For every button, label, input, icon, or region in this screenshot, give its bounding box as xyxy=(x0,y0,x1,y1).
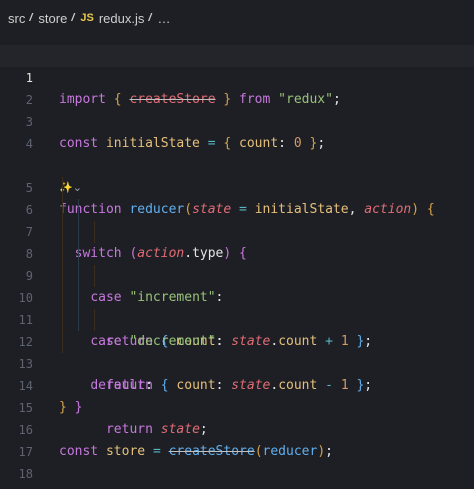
indent-guide xyxy=(62,287,63,309)
breadcrumb-store[interactable]: store xyxy=(38,11,67,26)
breadcrumb-src[interactable]: src xyxy=(8,11,25,26)
code-line[interactable]: 13 } xyxy=(0,331,474,415)
indent-guide xyxy=(94,265,95,287)
code-line[interactable]: 9 case "decrement": xyxy=(0,243,474,349)
code-line[interactable]: 7 case "increment": xyxy=(0,199,474,305)
indent-guide xyxy=(78,287,79,309)
code-line[interactable]: 2 xyxy=(0,67,474,107)
code-text: export default store; xyxy=(59,485,223,489)
breadcrumb-separator-icon: / xyxy=(148,12,152,24)
code-line[interactable]: 16 const store = createStore(reducer); xyxy=(0,397,474,459)
indent-guide xyxy=(62,199,63,221)
code-line[interactable]: 1 import { createStore } from "redux"; xyxy=(0,45,474,107)
code-line[interactable]: 12 return state; xyxy=(0,309,474,437)
indent-guide xyxy=(62,265,63,287)
code-line[interactable]: 6 switch (action.type) { xyxy=(0,177,474,261)
indent-guide xyxy=(62,177,63,199)
indent-guide xyxy=(62,243,63,265)
indent-guide xyxy=(78,265,79,287)
breadcrumb: src / store / JS redux.js / … xyxy=(8,9,170,27)
indent-guide xyxy=(62,331,63,353)
code-line[interactable]: 11 default: xyxy=(0,287,474,393)
indent-guide xyxy=(94,221,95,243)
code-editor[interactable]: src / store / JS redux.js / … 1 import {… xyxy=(0,0,474,489)
indent-guide xyxy=(78,199,79,221)
indent-guide xyxy=(62,309,63,331)
indent-guide xyxy=(94,309,95,331)
breadcrumb-separator-icon: / xyxy=(29,12,33,24)
code-line[interactable]: 15 xyxy=(0,375,474,415)
codelens-row: ✨⌄ xyxy=(0,133,474,194)
code-line[interactable]: 17 xyxy=(0,419,474,459)
line-number: 19 xyxy=(0,485,33,489)
breadcrumb-file[interactable]: redux.js xyxy=(99,11,145,26)
indent-guide xyxy=(78,221,79,243)
code-line[interactable]: 14 } xyxy=(0,353,474,415)
indent-guide xyxy=(62,221,63,243)
javascript-file-icon: JS xyxy=(80,12,94,24)
code-line[interactable]: 3 const initialState = { count: 0 }; xyxy=(0,89,474,151)
code-line[interactable]: 8 return { count: state.count + 1 }; xyxy=(0,221,474,349)
breadcrumb-symbols[interactable]: … xyxy=(157,11,170,26)
code-line[interactable]: 5 function reducer(state = initialState,… xyxy=(0,155,474,217)
indent-guide xyxy=(78,309,79,331)
code-line[interactable]: 18 export default store; xyxy=(0,441,474,489)
code-line[interactable]: 4 xyxy=(0,111,474,151)
breadcrumb-separator-icon: / xyxy=(71,12,75,24)
code-line[interactable]: 19 xyxy=(0,463,474,485)
indent-guide xyxy=(78,243,79,265)
code-line[interactable]: 10 return { count: state.count - 1 }; xyxy=(0,265,474,393)
code-lines: 1 import { createStore } from "redux"; 2… xyxy=(0,45,474,489)
